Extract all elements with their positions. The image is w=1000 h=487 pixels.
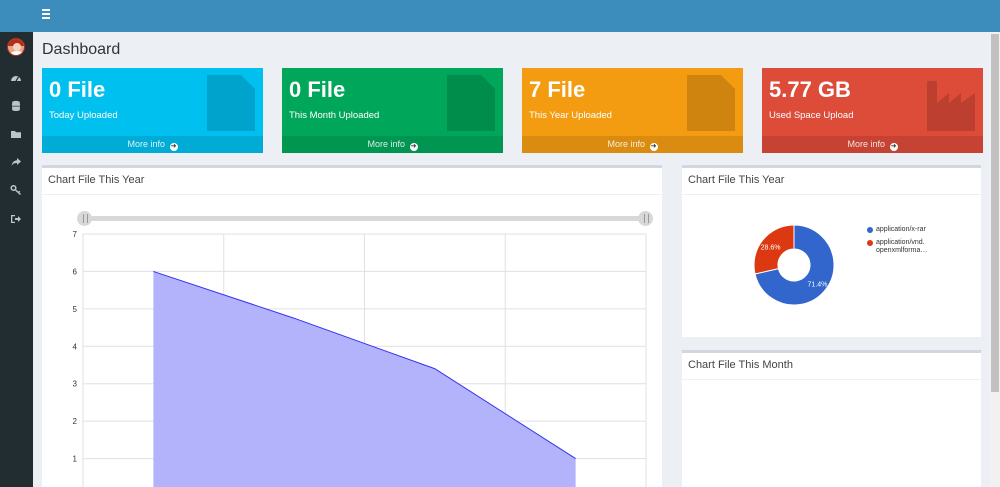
pie-slice-label: 71.4% [808,282,828,289]
more-info-link[interactable]: More info ➜ [762,136,983,153]
industry-icon [927,81,975,131]
y-tick-label: 6 [73,267,78,276]
file-icon [687,75,735,131]
legend-label: application/vnd. [876,239,925,246]
chart-file-this-year-area-panel: Chart File This Year 1234567 [42,165,662,487]
stat-value: 5.77 GB [769,77,851,102]
file-icon [207,75,255,131]
y-tick-label: 5 [73,305,78,314]
arrow-circle-right-icon: ➜ [889,143,898,151]
stat-box-this-month: 0 File This Month Uploaded More info ➜ [282,68,503,153]
stat-value: 0 File [289,77,346,102]
sidebar [0,32,33,487]
y-tick-label: 4 [73,342,78,351]
y-tick-label: 2 [73,417,78,426]
data-point[interactable] [292,316,296,320]
stat-value: 7 File [529,77,586,102]
y-tick-label: 3 [73,380,78,389]
data-point[interactable] [151,269,155,273]
legend-label: application/x-rar [876,226,926,233]
chart-file-this-month-panel: Chart File This Month [682,350,981,487]
folder-icon[interactable] [10,128,22,140]
hamburger-icon[interactable] [42,9,52,23]
stat-box-used-space: 5.77 GB Used Space Upload More info ➜ [762,68,983,153]
stat-label: Used Space Upload [769,110,854,121]
panel-title: Chart File This Month [688,359,793,371]
sign-out-icon[interactable] [10,213,22,225]
stat-value: 0 File [49,77,106,102]
legend-label: openxmlforma… [876,247,928,254]
user-avatar[interactable] [7,38,25,56]
key-icon[interactable] [10,184,22,196]
more-info-label: More info [847,139,885,149]
top-navbar [0,0,1000,32]
arrow-circle-right-icon: ➜ [649,143,658,151]
pie-slice-label: 28.6% [761,244,781,251]
file-icon [447,75,495,131]
more-info-link[interactable]: More info ➜ [522,136,743,153]
more-info-link[interactable]: More info ➜ [42,136,263,153]
database-icon[interactable] [10,100,22,112]
stat-label: Today Uploaded [49,110,118,121]
legend-color [867,240,873,246]
more-info-label: More info [607,139,645,149]
page-title: Dashboard [42,41,121,58]
stat-label: This Month Uploaded [289,110,380,121]
data-point[interactable] [574,457,578,461]
stat-box-today: 0 File Today Uploaded More info ➜ [42,68,263,153]
arrow-circle-right-icon: ➜ [409,143,418,151]
pie-chart: 71.4% 28.6% [753,224,835,306]
page-scrollbar[interactable] [990,32,1000,487]
stat-label: This Year Uploaded [529,110,612,121]
legend-item: application/x-rar [867,226,926,234]
legend-color [867,227,873,233]
more-info-label: More info [367,139,405,149]
share-icon[interactable] [10,156,22,168]
data-point[interactable] [433,367,437,371]
area-chart: 1 2 3 4 5 6 7 [73,230,647,487]
more-info-label: More info [127,139,165,149]
arrow-circle-right-icon: ➜ [169,143,178,151]
scrollbar-thumb[interactable] [991,34,999,392]
y-tick-label: 1 [73,455,78,464]
more-info-link[interactable]: More info ➜ [282,136,503,153]
legend-item: application/vnd. openxmlforma… [867,239,927,255]
chart-file-this-year-pie-panel: Chart File This Year 71.4% 28.6% applicat… [682,165,981,337]
y-tick-label: 7 [73,230,78,239]
stat-box-this-year: 7 File This Year Uploaded More info ➜ [522,68,743,153]
dashboard-icon[interactable] [10,72,22,84]
